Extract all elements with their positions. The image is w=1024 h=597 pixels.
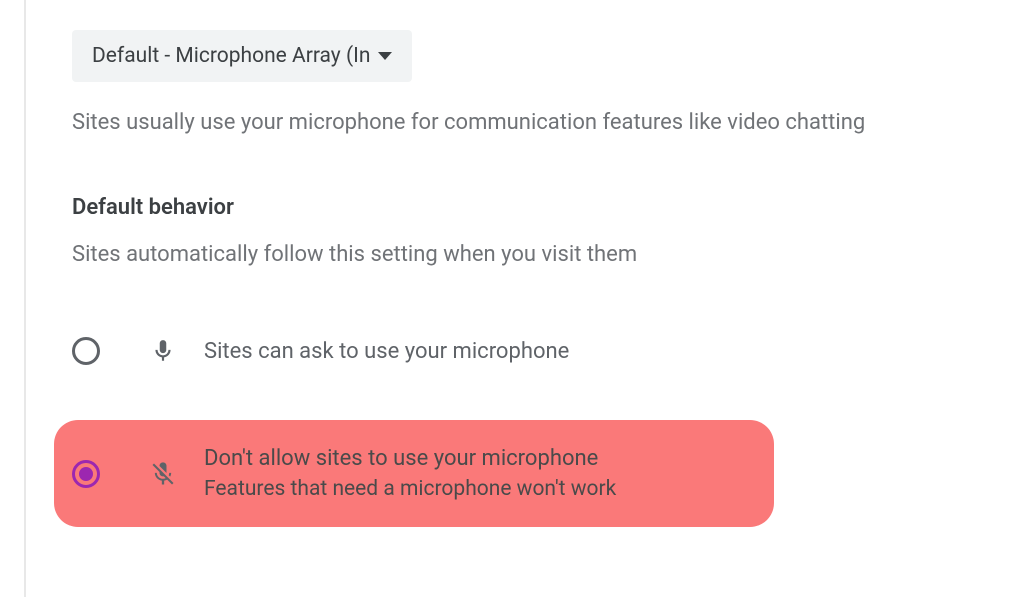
section-title: Default behavior	[72, 195, 994, 220]
left-divider	[24, 0, 26, 597]
radio-option-block[interactable]: Don't allow sites to use your microphone…	[54, 420, 774, 527]
microphone-icon	[148, 336, 178, 366]
radio-button-allow[interactable]	[72, 337, 100, 365]
option-subtitle: Features that need a microphone won't wo…	[204, 477, 616, 501]
option-title: Don't allow sites to use your microphone	[204, 446, 616, 471]
microphone-description: Sites usually use your microphone for co…	[72, 110, 994, 135]
chevron-down-icon	[378, 52, 392, 60]
section-description: Sites automatically follow this setting …	[72, 242, 994, 267]
microphone-off-icon	[148, 459, 178, 489]
option-title: Sites can ask to use your microphone	[204, 339, 569, 364]
radio-button-block[interactable]	[72, 460, 100, 488]
radio-option-allow[interactable]: Sites can ask to use your microphone	[72, 322, 994, 380]
microphone-device-dropdown[interactable]: Default - Microphone Array (In	[72, 30, 412, 82]
dropdown-selected-label: Default - Microphone Array (In	[92, 44, 370, 68]
